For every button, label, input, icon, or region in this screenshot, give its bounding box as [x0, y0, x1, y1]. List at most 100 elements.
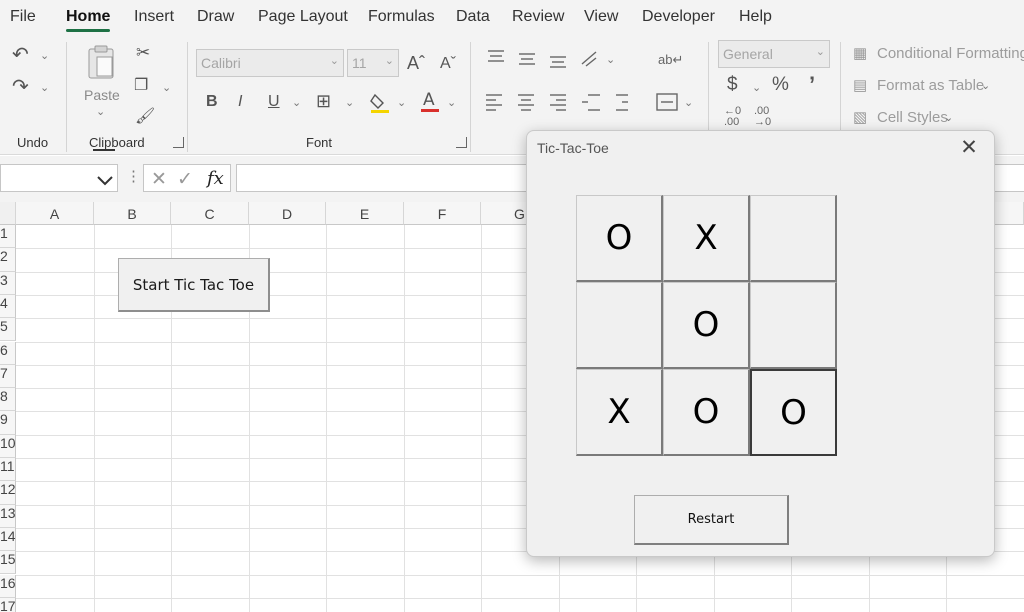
increase-font-size-icon[interactable]: Aˆ — [407, 53, 425, 74]
row-header-8[interactable]: 8 — [0, 388, 16, 412]
tab-data[interactable]: Data — [456, 8, 490, 26]
format-as-table-icon[interactable]: ▤ — [853, 76, 867, 94]
board-cell-2-1[interactable] — [576, 282, 663, 369]
row-header-7[interactable]: 7 — [0, 364, 16, 389]
board-cell-1-1[interactable]: O — [576, 195, 663, 282]
tab-insert[interactable]: Insert — [134, 8, 174, 26]
currency-icon[interactable]: $ — [727, 74, 738, 96]
borders-icon[interactable]: ⊞ — [316, 91, 331, 112]
tab-draw[interactable]: Draw — [197, 8, 234, 26]
row-header-6[interactable]: 6 — [0, 341, 16, 365]
undo-icon[interactable]: ↶ — [12, 42, 29, 67]
cancel-icon[interactable]: ✕ — [151, 168, 167, 191]
column-header-e[interactable]: E — [326, 202, 404, 225]
row-header-15[interactable]: 15 — [0, 551, 16, 575]
decrease-font-size-icon[interactable]: Aˇ — [440, 55, 456, 73]
row-header-11[interactable]: 11 — [0, 458, 16, 482]
column-header-f[interactable]: F — [404, 202, 481, 225]
font-color-dropdown-icon[interactable]: ⌄ — [447, 96, 456, 109]
board-cell-2-2[interactable]: O — [663, 282, 750, 369]
conditional-formatting-label[interactable]: Conditional Formatting — [877, 45, 1024, 62]
tab-review[interactable]: Review — [512, 8, 564, 26]
row-header-17[interactable]: 17 — [0, 597, 16, 612]
paste-dropdown-icon[interactable]: ⌄ — [96, 105, 105, 118]
row-header-3[interactable]: 3 — [0, 271, 16, 295]
undo-dropdown-icon[interactable]: ⌄ — [40, 49, 49, 62]
horizontal-alignment-icons[interactable] — [484, 92, 634, 114]
row-header-13[interactable]: 13 — [0, 504, 16, 528]
tab-formulas[interactable]: Formulas — [368, 8, 435, 26]
cut-icon[interactable]: ✂ — [136, 43, 150, 63]
format-as-table-dropdown-icon[interactable]: ⌄ — [981, 79, 990, 92]
font-launcher-icon[interactable] — [456, 137, 467, 148]
cell-styles-dropdown-icon[interactable]: ⌄ — [944, 111, 953, 124]
row-header-5[interactable]: 5 — [0, 318, 16, 342]
cell-styles-label[interactable]: Cell Styles — [877, 109, 948, 126]
column-header-c[interactable]: C — [171, 202, 249, 225]
tab-help[interactable]: Help — [739, 8, 772, 26]
redo-icon[interactable]: ↷ — [12, 74, 29, 99]
format-as-table-label[interactable]: Format as Table — [877, 77, 984, 94]
bold-icon[interactable]: B — [206, 93, 218, 111]
tab-view[interactable]: View — [584, 8, 618, 26]
tab-home[interactable]: Home — [66, 8, 110, 26]
font-color-icon[interactable]: A — [420, 89, 440, 113]
enter-icon[interactable]: ✓ — [177, 168, 193, 191]
merge-dropdown-icon[interactable]: ⌄ — [684, 96, 693, 109]
column-header-b[interactable]: B — [94, 202, 171, 225]
column-header-a[interactable]: A — [16, 202, 94, 225]
number-format-box[interactable]: General ⌄ — [718, 40, 830, 68]
close-icon[interactable]: ✕ — [954, 133, 984, 163]
insert-function-button[interactable]: fx — [207, 168, 224, 189]
currency-dropdown-icon[interactable]: ⌄ — [752, 81, 761, 94]
cell-styles-icon[interactable]: ▧ — [853, 108, 867, 126]
borders-dropdown-icon[interactable]: ⌄ — [345, 96, 354, 109]
row-header-14[interactable]: 14 — [0, 527, 16, 552]
wrap-text-icon[interactable]: ab↵ — [658, 52, 683, 68]
orientation-dropdown-icon[interactable]: ⌄ — [606, 53, 615, 66]
tab-file[interactable]: File — [10, 8, 36, 26]
font-name-box[interactable]: Calibri ⌄ — [196, 49, 344, 77]
copy-icon[interactable]: ❐ — [134, 75, 148, 95]
row-header-10[interactable]: 10 — [0, 434, 16, 458]
more-options-icon[interactable]: ⋮ — [126, 167, 141, 185]
clipboard-launcher-icon[interactable] — [173, 137, 184, 148]
increase-decimal-icon[interactable]: ←0.00 — [724, 106, 741, 128]
board-cell-2-3[interactable] — [750, 282, 837, 369]
column-header-d[interactable]: D — [249, 202, 326, 225]
decrease-decimal-icon[interactable]: .00 →0 — [754, 106, 771, 128]
paste-label[interactable]: Paste — [84, 87, 120, 103]
tab-page-layout[interactable]: Page Layout — [258, 8, 348, 26]
row-header-1[interactable]: 1 — [0, 225, 16, 249]
percent-icon[interactable]: % — [772, 74, 789, 96]
fill-color-icon[interactable] — [370, 91, 390, 113]
conditional-formatting-icon[interactable]: ▦ — [853, 44, 867, 62]
fill-color-dropdown-icon[interactable]: ⌄ — [397, 96, 406, 109]
name-box[interactable] — [0, 164, 118, 192]
board-cell-1-2[interactable]: X — [663, 195, 750, 282]
vertical-alignment-icons[interactable] — [484, 48, 614, 70]
row-header-12[interactable]: 12 — [0, 481, 16, 505]
underline-icon[interactable]: U — [268, 93, 280, 111]
underline-dropdown-icon[interactable]: ⌄ — [292, 96, 301, 109]
board-cell-3-2[interactable]: O — [663, 369, 750, 456]
comma-style-icon[interactable]: ’ — [809, 72, 815, 98]
copy-dropdown-icon[interactable]: ⌄ — [162, 81, 171, 94]
row-header-2[interactable]: 2 — [0, 248, 16, 272]
row-header-9[interactable]: 9 — [0, 411, 16, 435]
start-tic-tac-toe-button[interactable]: Start Tic Tac Toe — [118, 258, 270, 312]
merge-center-icon[interactable] — [656, 93, 678, 111]
board-cell-3-3[interactable]: O — [750, 369, 837, 456]
redo-dropdown-icon[interactable]: ⌄ — [40, 81, 49, 94]
italic-icon[interactable]: I — [238, 93, 242, 111]
board-cell-1-3[interactable] — [750, 195, 837, 282]
paste-icon[interactable] — [86, 44, 116, 80]
row-header-4[interactable]: 4 — [0, 294, 16, 319]
font-size-box[interactable]: 11 ⌄ — [347, 49, 399, 77]
row-header-16[interactable]: 16 — [0, 574, 16, 598]
name-box-chevron-down-icon[interactable] — [94, 174, 116, 188]
restart-button[interactable]: Restart — [634, 495, 789, 545]
tab-developer[interactable]: Developer — [642, 8, 715, 26]
board-cell-3-1[interactable]: X — [576, 369, 663, 456]
select-all-corner[interactable] — [0, 202, 16, 225]
